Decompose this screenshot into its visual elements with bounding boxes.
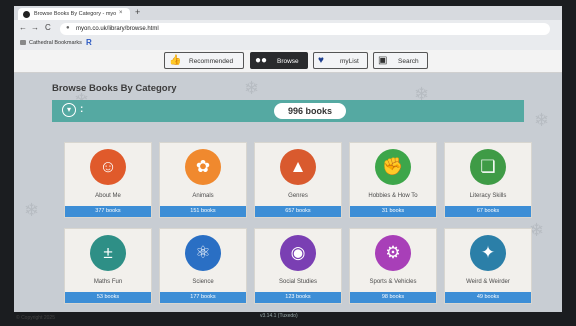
address-bar[interactable]: ● myon.co.uk/library/browse.html (60, 23, 550, 35)
category-card[interactable]: ✊ Hobbies & How To 31 books (349, 142, 437, 218)
close-tab-icon[interactable]: × (119, 10, 123, 16)
total-books-count: 996 books (274, 103, 346, 119)
category-name: Genres (288, 193, 308, 199)
category-book-count: 67 books (445, 206, 531, 217)
category-name: Social Studies (278, 279, 318, 285)
category-book-count: 123 books (255, 292, 341, 303)
version-text: v3.14.1 (Tuxedo) (260, 313, 298, 319)
lock-icon: ● (66, 25, 70, 31)
snowflake-decor-icon: ❄ (24, 200, 40, 220)
category-name: Hobbies & How To (368, 193, 418, 199)
browser-tab[interactable]: Browse Books By Category - myo × (18, 8, 130, 20)
category-name: Sports & Vehicles (369, 279, 417, 285)
book-icon: ❏ (470, 149, 506, 185)
snowflake-decor-icon: ❄ (244, 78, 260, 98)
bookmark-folder-label[interactable]: Cathedral Bookmarks (29, 40, 82, 46)
category-card[interactable]: ⚙ Sports & Vehicles 98 books (349, 228, 437, 304)
weird-icon: ✦ (470, 235, 506, 271)
category-book-count: 49 books (445, 292, 531, 303)
address-url: myon.co.uk/library/browse.html (76, 26, 159, 32)
category-name: Animals (192, 193, 214, 199)
atom-icon: ⚛ (185, 235, 221, 271)
site-favicon-icon (23, 11, 30, 18)
new-tab-icon[interactable]: + (135, 7, 140, 17)
category-book-count: 151 books (160, 206, 246, 217)
top-navigation: 👍 Recommended ●● Browse ♥ myList ▣ Searc… (14, 50, 562, 73)
page-content: ❄ ❄ ❄ ❄ ❄ ❄ 👍 Recommended ●● Browse ♥ my… (14, 50, 562, 312)
category-name: Literacy Skills (469, 193, 507, 199)
thumbs-up-icon: 👍 (169, 55, 182, 66)
footer: © Copyright 2025 v3.14.1 (Tuxedo) (0, 312, 576, 326)
category-name: Weird & Weirder (466, 279, 510, 285)
category-name: Science (192, 279, 214, 285)
recommended-label: Recommended (189, 57, 234, 65)
category-book-count: 53 books (65, 292, 151, 303)
category-card[interactable]: ✿ Animals 151 books (159, 142, 247, 218)
books-count-bar: ▾ : 996 books (52, 100, 524, 122)
browse-label: Browse (277, 57, 299, 65)
glasses-icon: ●● (255, 55, 268, 66)
category-book-count: 98 books (350, 292, 436, 303)
category-book-count: 177 books (160, 292, 246, 303)
paw-icon: ✿ (185, 149, 221, 185)
genres-icon: ▲ (280, 149, 316, 185)
bookmark-r-icon[interactable]: R (86, 38, 92, 47)
search-label: Search (398, 57, 419, 65)
heart-icon: ♥ (318, 55, 324, 66)
filter-colon: : (80, 104, 84, 115)
math-icon: ± (90, 235, 126, 271)
category-name: Maths Fun (93, 279, 123, 285)
tab-title: Browse Books By Category - myo (34, 11, 117, 17)
mylist-button[interactable]: ♥ myList (313, 52, 368, 69)
browser-toolbar: ← → C ● myon.co.uk/library/browse.html (14, 20, 562, 37)
recommended-button[interactable]: 👍 Recommended (164, 52, 244, 69)
browser-chrome: Browse Books By Category - myo × + ← → C… (14, 6, 562, 50)
category-card[interactable]: ☺ About Me 377 books (64, 142, 152, 218)
page-title: Browse Books By Category (52, 83, 177, 94)
search-button[interactable]: ▣ Search (373, 52, 428, 69)
category-name: About Me (95, 193, 121, 199)
filter-icon[interactable]: ▾ (62, 103, 76, 117)
reload-icon[interactable]: C (45, 23, 51, 32)
category-card[interactable]: ◉ Social Studies 123 books (254, 228, 342, 304)
category-card[interactable]: ✦ Weird & Weirder 49 books (444, 228, 532, 304)
globe-icon: ◉ (280, 235, 316, 271)
search-icon: ▣ (378, 55, 388, 66)
tab-strip: Browse Books By Category - myo × + (14, 6, 562, 20)
copyright-text: © Copyright 2025 (16, 315, 55, 321)
back-icon[interactable]: ← (19, 23, 27, 32)
bike-icon: ⚙ (375, 235, 411, 271)
category-card[interactable]: ▲ Genres 657 books (254, 142, 342, 218)
category-book-count: 377 books (65, 206, 151, 217)
people-icon: ☺ (90, 149, 126, 185)
category-book-count: 31 books (350, 206, 436, 217)
folder-icon (20, 40, 26, 45)
snowflake-decor-icon: ❄ (534, 110, 550, 130)
category-card[interactable]: ± Maths Fun 53 books (64, 228, 152, 304)
bookmarks-bar: Cathedral Bookmarks R (14, 37, 562, 50)
browse-button[interactable]: ●● Browse (250, 52, 308, 69)
category-card[interactable]: ❏ Literacy Skills 67 books (444, 142, 532, 218)
category-card[interactable]: ⚛ Science 177 books (159, 228, 247, 304)
category-book-count: 657 books (255, 206, 341, 217)
hobby-hand-icon: ✊ (375, 149, 411, 185)
mylist-label: myList (340, 57, 359, 65)
forward-icon[interactable]: → (31, 23, 39, 32)
